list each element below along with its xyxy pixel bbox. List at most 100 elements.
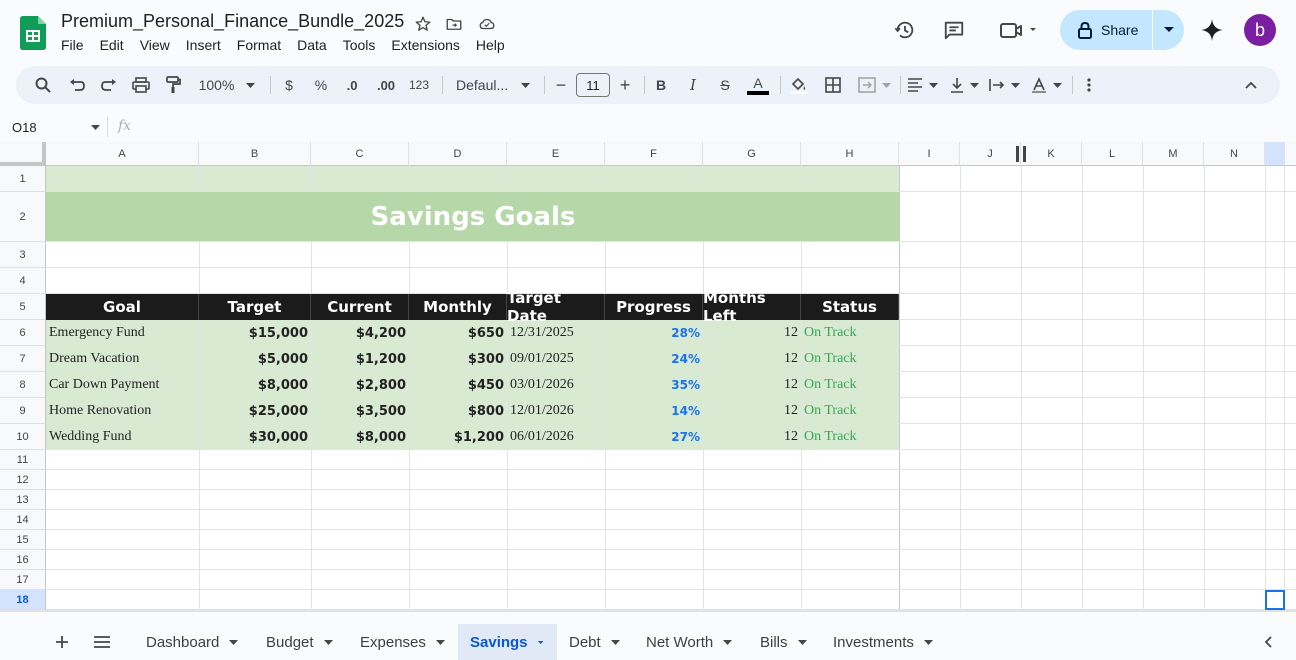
- increase-font-size-button[interactable]: +: [616, 66, 634, 104]
- cell-target-date[interactable]: 12/01/2026: [507, 398, 605, 424]
- all-sheets-button[interactable]: [90, 624, 114, 660]
- row-header-10[interactable]: 10: [0, 424, 46, 450]
- row-header-2[interactable]: 2: [0, 192, 46, 242]
- column-header-n[interactable]: N: [1204, 142, 1265, 166]
- column-header-f[interactable]: F: [605, 142, 703, 166]
- cell-months-left[interactable]: 12: [703, 320, 801, 346]
- cell-status[interactable]: On Track: [801, 398, 899, 424]
- cell-status[interactable]: On Track: [801, 372, 899, 398]
- tab-debt[interactable]: Debt: [557, 624, 634, 660]
- column-header-b[interactable]: B: [199, 142, 311, 166]
- column-header-a[interactable]: A: [46, 142, 199, 166]
- text-color-button[interactable]: A: [746, 66, 770, 104]
- sheets-logo-icon[interactable]: [20, 16, 46, 50]
- merge-cells-icon[interactable]: [854, 66, 894, 104]
- more-formats-button[interactable]: 123: [406, 66, 432, 104]
- currency-format-button[interactable]: $: [278, 66, 300, 104]
- cell-progress[interactable]: 27%: [605, 424, 703, 450]
- add-sheet-button[interactable]: [50, 624, 74, 660]
- account-avatar[interactable]: b: [1244, 14, 1276, 46]
- row-header-4[interactable]: 4: [0, 268, 46, 294]
- cell-progress[interactable]: 14%: [605, 398, 703, 424]
- row-header-15[interactable]: 15: [0, 530, 46, 550]
- share-dropdown[interactable]: [1153, 10, 1184, 50]
- cell-progress[interactable]: 28%: [605, 320, 703, 346]
- row-header-14[interactable]: 14: [0, 510, 46, 530]
- row-header-13[interactable]: 13: [0, 490, 46, 510]
- cell-monthly[interactable]: $300: [409, 346, 507, 372]
- banner-title[interactable]: Savings Goals: [46, 192, 900, 242]
- row-header-6[interactable]: 6: [0, 320, 46, 346]
- cell-target[interactable]: $5,000: [199, 346, 311, 372]
- name-box[interactable]: O18: [12, 116, 100, 138]
- tab-bills[interactable]: Bills: [748, 624, 821, 660]
- meet-button[interactable]: [994, 12, 1040, 48]
- header-goal[interactable]: Goal: [46, 294, 199, 320]
- menu-help[interactable]: Help: [476, 37, 513, 53]
- comments-icon[interactable]: [936, 12, 972, 48]
- header-status[interactable]: Status: [801, 294, 899, 320]
- column-resize-handle[interactable]: [1016, 146, 1026, 162]
- document-title[interactable]: Premium_Personal_Finance_Bundle_2025: [61, 11, 404, 32]
- cell-status[interactable]: On Track: [801, 424, 899, 450]
- horizontal-align-icon[interactable]: [904, 66, 940, 104]
- column-header-e[interactable]: E: [507, 142, 605, 166]
- collapse-toolbar-icon[interactable]: [1240, 66, 1262, 104]
- formula-input[interactable]: [140, 114, 1280, 140]
- font-family-select[interactable]: Defaul...: [452, 66, 534, 104]
- row-header-8[interactable]: 8: [0, 372, 46, 398]
- gemini-sparkle-icon[interactable]: [1194, 12, 1230, 48]
- column-header-l[interactable]: L: [1082, 142, 1143, 166]
- move-folder-icon[interactable]: [444, 14, 464, 34]
- cell-target[interactable]: $30,000: [199, 424, 311, 450]
- decrease-font-size-button[interactable]: −: [552, 66, 570, 104]
- cell-monthly[interactable]: $800: [409, 398, 507, 424]
- cell-current[interactable]: $8,000: [311, 424, 409, 450]
- bold-button[interactable]: B: [650, 66, 672, 104]
- row-header-7[interactable]: 7: [0, 346, 46, 372]
- row-header-17[interactable]: 17: [0, 570, 46, 590]
- cell-goal[interactable]: Dream Vacation: [46, 346, 199, 372]
- cell-status[interactable]: On Track: [801, 320, 899, 346]
- cell-monthly[interactable]: $650: [409, 320, 507, 346]
- menu-insert[interactable]: Insert: [186, 37, 229, 53]
- cell-target-date[interactable]: 12/31/2025: [507, 320, 605, 346]
- row-header-18[interactable]: 18: [0, 590, 46, 610]
- text-wrapping-icon[interactable]: [986, 66, 1022, 104]
- selected-cell-o18[interactable]: [1265, 590, 1285, 610]
- strikethrough-button[interactable]: S: [714, 66, 736, 104]
- cell-target[interactable]: $15,000: [199, 320, 311, 346]
- menu-edit[interactable]: Edit: [100, 37, 132, 53]
- menu-file[interactable]: File: [61, 37, 92, 53]
- cell-months-left[interactable]: 12: [703, 372, 801, 398]
- cell-progress[interactable]: 35%: [605, 372, 703, 398]
- column-header-d[interactable]: D: [409, 142, 507, 166]
- tab-budget[interactable]: Budget: [254, 624, 347, 660]
- text-rotation-icon[interactable]: [1028, 66, 1064, 104]
- vertical-align-icon[interactable]: [946, 66, 982, 104]
- paint-format-icon[interactable]: [160, 66, 186, 104]
- tab-investments[interactable]: Investments: [821, 624, 947, 660]
- cell-months-left[interactable]: 12: [703, 424, 801, 450]
- percent-format-button[interactable]: %: [310, 66, 332, 104]
- share-main[interactable]: Share: [1060, 10, 1152, 50]
- menu-data[interactable]: Data: [297, 37, 335, 53]
- font-size-input[interactable]: 11: [576, 73, 610, 97]
- row-header-5[interactable]: 5: [0, 294, 46, 320]
- cell-target-date[interactable]: 06/01/2026: [507, 424, 605, 450]
- cloud-saved-icon[interactable]: [477, 14, 497, 34]
- column-header-c[interactable]: C: [311, 142, 409, 166]
- cell-target-date[interactable]: 09/01/2025: [507, 346, 605, 372]
- header-current[interactable]: Current: [311, 294, 409, 320]
- row-header-16[interactable]: 16: [0, 550, 46, 570]
- redo-icon[interactable]: [96, 66, 122, 104]
- zoom-select[interactable]: 100%: [192, 66, 262, 104]
- cell-current[interactable]: $4,200: [311, 320, 409, 346]
- cell-monthly[interactable]: $450: [409, 372, 507, 398]
- tab-savings[interactable]: Savings: [458, 624, 557, 660]
- menu-tools[interactable]: Tools: [343, 37, 384, 53]
- cell-status[interactable]: On Track: [801, 346, 899, 372]
- cell-goal[interactable]: Emergency Fund: [46, 320, 199, 346]
- print-icon[interactable]: [128, 66, 154, 104]
- cell-goal[interactable]: Home Renovation: [46, 398, 199, 424]
